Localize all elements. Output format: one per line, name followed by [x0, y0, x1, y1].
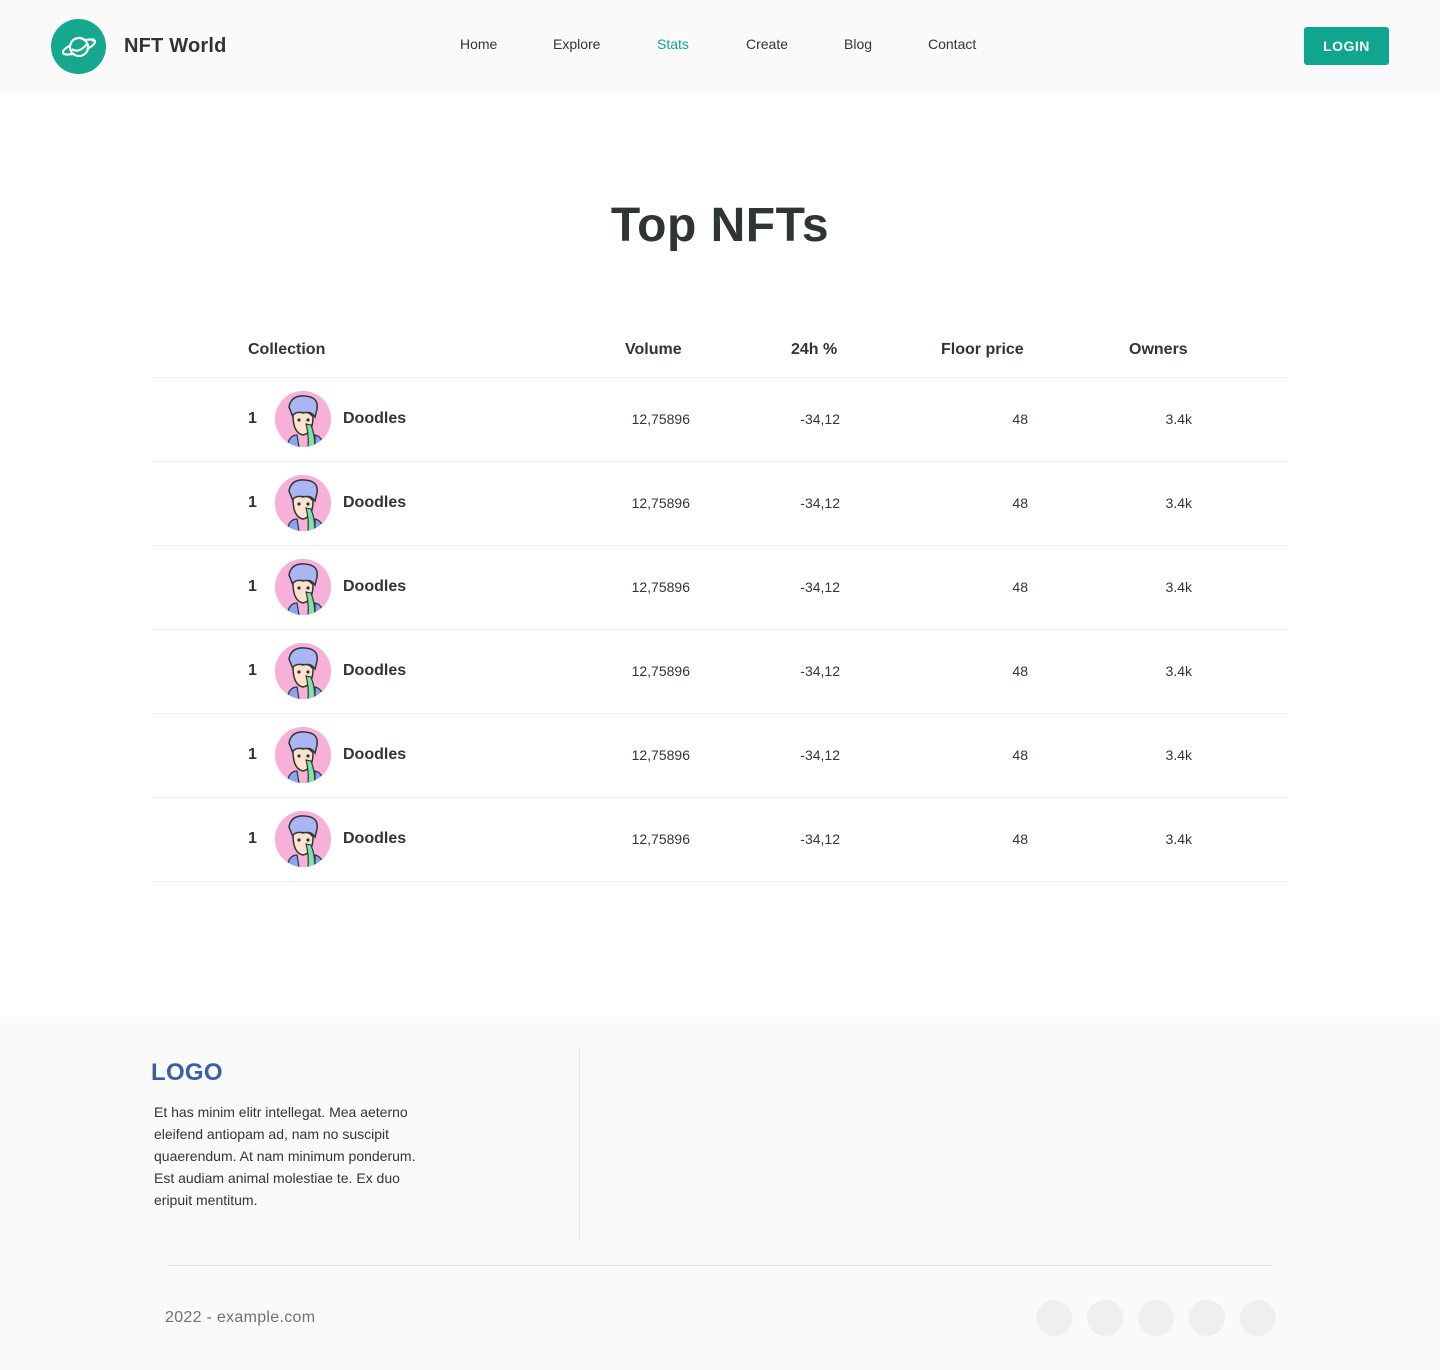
collection-avatar — [275, 811, 331, 867]
social-icon-3[interactable] — [1138, 1300, 1174, 1336]
main-nav: Home Explore Stats Create Blog Contact — [0, 36, 1440, 54]
column-header-owners[interactable]: Owners — [1129, 341, 1188, 359]
column-header-24h-change[interactable]: 24h % — [791, 341, 837, 359]
table-body: 1 Doodles 12,75896 -34,12 48 3.4k 1 Dood… — [152, 378, 1288, 882]
copyright-text: 2022 - example.com — [165, 1309, 316, 1326]
collection-avatar — [275, 727, 331, 783]
collection-avatar — [275, 559, 331, 615]
table-header: Collection Volume 24h % Floor price Owne… — [152, 330, 1288, 378]
volume-value: 12,75896 — [631, 411, 690, 427]
volume-value: 12,75896 — [631, 579, 690, 595]
volume-value: 12,75896 — [631, 747, 690, 763]
rank-number: 1 — [248, 662, 257, 679]
social-icon-1[interactable] — [1036, 1300, 1072, 1336]
collection-name[interactable]: Doodles — [343, 830, 406, 848]
page-title: Top NFTs — [610, 199, 830, 252]
owners-value: 3.4k — [1165, 747, 1192, 763]
nav-item-stats[interactable]: Stats — [657, 36, 689, 52]
social-links — [1036, 1300, 1291, 1336]
nav-item-contact[interactable]: Contact — [928, 36, 976, 52]
nav-item-explore[interactable]: Explore — [553, 36, 600, 52]
table-row[interactable]: 1 Doodles 12,75896 -34,12 48 3.4k — [152, 378, 1288, 462]
collection-name[interactable]: Doodles — [343, 746, 406, 764]
footer-vertical-divider — [579, 1048, 580, 1240]
nav-item-blog[interactable]: Blog — [844, 36, 872, 52]
nav-item-create[interactable]: Create — [746, 36, 788, 52]
owners-value: 3.4k — [1165, 831, 1192, 847]
volume-value: 12,75896 — [631, 495, 690, 511]
column-header-floor-price[interactable]: Floor price — [941, 341, 1024, 359]
floor-price-value: 48 — [1012, 831, 1028, 847]
social-icon-2[interactable] — [1087, 1300, 1123, 1336]
collection-avatar — [275, 643, 331, 699]
collection-name[interactable]: Doodles — [343, 578, 406, 596]
column-header-collection[interactable]: Collection — [248, 341, 325, 359]
table-row[interactable]: 1 Doodles 12,75896 -34,12 48 3.4k — [152, 630, 1288, 714]
floor-price-value: 48 — [1012, 411, 1028, 427]
nft-table: Collection Volume 24h % Floor price Owne… — [152, 330, 1288, 882]
floor-price-value: 48 — [1012, 747, 1028, 763]
owners-value: 3.4k — [1165, 663, 1192, 679]
collection-name[interactable]: Doodles — [343, 410, 406, 428]
footer-horizontal-divider — [168, 1265, 1272, 1266]
rank-number: 1 — [248, 410, 257, 427]
change-value: -34,12 — [800, 411, 840, 427]
floor-price-value: 48 — [1012, 579, 1028, 595]
collection-avatar — [275, 391, 331, 447]
change-value: -34,12 — [800, 831, 840, 847]
table-row[interactable]: 1 Doodles 12,75896 -34,12 48 3.4k — [152, 462, 1288, 546]
collection-avatar — [275, 475, 331, 531]
change-value: -34,12 — [800, 495, 840, 511]
owners-value: 3.4k — [1165, 411, 1192, 427]
volume-value: 12,75896 — [631, 831, 690, 847]
floor-price-value: 48 — [1012, 663, 1028, 679]
login-button[interactable]: LOGIN — [1304, 27, 1389, 65]
rank-number: 1 — [248, 578, 257, 595]
collection-name[interactable]: Doodles — [343, 494, 406, 512]
rank-number: 1 — [248, 830, 257, 847]
table-row[interactable]: 1 Doodles 12,75896 -34,12 48 3.4k — [152, 714, 1288, 798]
table-row[interactable]: 1 Doodles 12,75896 -34,12 48 3.4k — [152, 546, 1288, 630]
owners-value: 3.4k — [1165, 495, 1192, 511]
rank-number: 1 — [248, 746, 257, 763]
collection-name[interactable]: Doodles — [343, 662, 406, 680]
footer-description: Et has minim elitr intellegat. Mea aeter… — [154, 1104, 416, 1208]
rank-number: 1 — [248, 494, 257, 511]
change-value: -34,12 — [800, 663, 840, 679]
change-value: -34,12 — [800, 579, 840, 595]
site-footer: LOGO Et has minim elitr intellegat. Mea … — [0, 1017, 1440, 1370]
owners-value: 3.4k — [1165, 579, 1192, 595]
floor-price-value: 48 — [1012, 495, 1028, 511]
site-header: NFT World Home Explore Stats Create Blog… — [0, 0, 1440, 93]
social-icon-5[interactable] — [1240, 1300, 1276, 1336]
nav-item-home[interactable]: Home — [460, 36, 497, 52]
social-icon-4[interactable] — [1189, 1300, 1225, 1336]
column-header-volume[interactable]: Volume — [625, 341, 682, 359]
footer-logo[interactable]: LOGO — [151, 1059, 223, 1087]
change-value: -34,12 — [800, 747, 840, 763]
table-row[interactable]: 1 Doodles 12,75896 -34,12 48 3.4k — [152, 798, 1288, 882]
volume-value: 12,75896 — [631, 663, 690, 679]
